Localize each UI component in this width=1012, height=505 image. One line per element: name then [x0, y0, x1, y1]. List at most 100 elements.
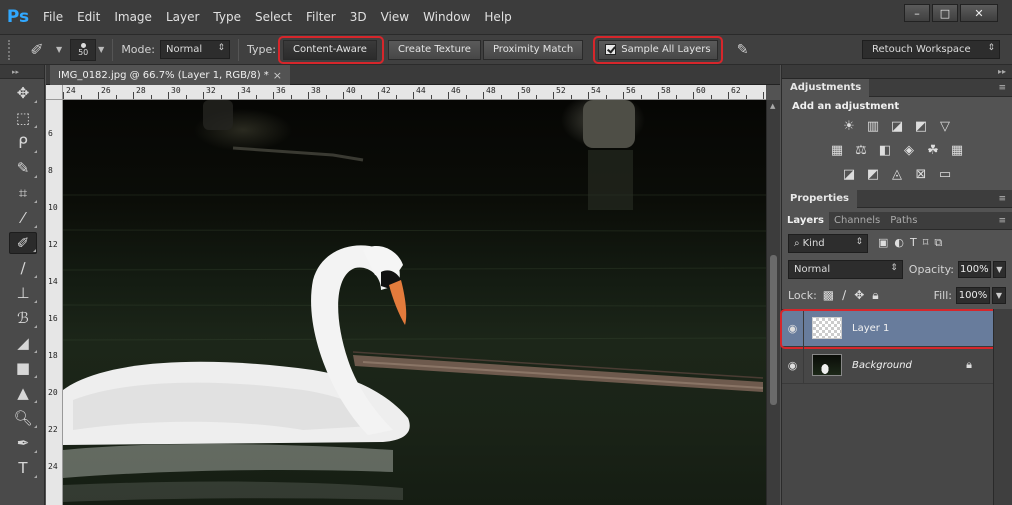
chevron-down-icon[interactable]: ▼	[98, 45, 104, 54]
options-grip[interactable]	[8, 39, 14, 60]
pen-tool-icon[interactable]: ✒	[9, 432, 37, 454]
threshold-icon[interactable]: ◬	[888, 166, 906, 182]
menu-layer[interactable]: Layer	[159, 0, 206, 35]
layer-row-layer-1[interactable]: ◉ Layer 1	[780, 309, 1002, 349]
menu-select[interactable]: Select	[248, 0, 299, 35]
lock-all-icon[interactable]: 🔒︎	[872, 288, 878, 303]
eyedropper-tool-icon[interactable]: ⁄	[9, 207, 37, 229]
panel-menu-icon[interactable]: ≡	[998, 216, 1006, 226]
scroll-up-icon[interactable]: ▲	[770, 102, 775, 110]
sample-all-layers-toggle[interactable]: Sample All Layers	[598, 39, 718, 60]
tools-collapse-icon[interactable]: ▸▸	[0, 65, 44, 79]
eraser-tool-icon[interactable]: ◢	[9, 332, 37, 354]
brightness-contrast-icon[interactable]: ☀	[840, 118, 858, 134]
layer-name[interactable]: Layer 1	[852, 323, 889, 334]
vertical-ruler[interactable]: 6 8 10 12 14 16 18 20 22 24	[46, 100, 63, 505]
tab-channels[interactable]: Channels	[829, 212, 885, 230]
marquee-tool-icon[interactable]: ⬚	[9, 107, 37, 129]
fill-input[interactable]: 100%	[956, 286, 990, 304]
workspace-select[interactable]: Retouch Workspace ⇕	[862, 40, 1000, 59]
menu-help[interactable]: Help	[477, 0, 518, 35]
tab-layers[interactable]: Layers	[782, 211, 829, 230]
curves-icon[interactable]: ◪	[888, 118, 906, 134]
color-lookup-icon[interactable]: ▦	[948, 142, 966, 158]
photo-filter-icon[interactable]: ◈	[900, 142, 918, 158]
panel-menu-icon[interactable]: ≡	[998, 194, 1006, 204]
shape-filter-icon[interactable]: ⌑	[923, 236, 929, 250]
levels-icon[interactable]: ▥	[864, 118, 882, 134]
eye-icon[interactable]: ◉	[782, 346, 804, 384]
color-balance-icon[interactable]: ⚖	[852, 142, 870, 158]
layer-kind-select[interactable]: ⌕ Kind ⇕	[788, 233, 868, 253]
brush-size-picker[interactable]: 50	[70, 38, 97, 61]
eye-icon[interactable]: ◉	[782, 309, 804, 347]
blur-tool-icon[interactable]: ▲	[9, 382, 37, 404]
lock-pixels-icon[interactable]: ∕	[842, 288, 846, 303]
clone-stamp-tool-icon[interactable]: ⊥	[9, 282, 37, 304]
ruler-origin[interactable]	[46, 85, 63, 100]
blend-mode-select[interactable]: Normal ⇕	[788, 259, 903, 279]
menu-view[interactable]: View	[374, 0, 416, 35]
adjustments-tab[interactable]: Adjustments	[782, 78, 870, 97]
adjustment-filter-icon[interactable]: ◐	[894, 236, 904, 250]
smart-object-filter-icon[interactable]: ⧉	[934, 236, 942, 250]
content-aware-button[interactable]: Content-Aware	[282, 39, 377, 60]
menu-filter[interactable]: Filter	[299, 0, 343, 35]
move-tool-icon[interactable]: ✥	[9, 82, 37, 104]
panel-menu-icon[interactable]: ≡	[998, 83, 1006, 93]
gradient-map-icon[interactable]: ⊠	[912, 166, 930, 182]
posterize-icon[interactable]: ◩	[864, 166, 882, 182]
type-filter-icon[interactable]: T	[910, 236, 917, 250]
close-button[interactable]: ✕	[960, 4, 998, 22]
scrollbar-thumb[interactable]	[770, 255, 777, 405]
dodge-tool-icon[interactable]: 🔍︎	[9, 407, 37, 429]
pixel-filter-icon[interactable]: ▣	[878, 236, 888, 250]
vibrance-icon[interactable]: ▽	[936, 118, 954, 134]
selective-color-icon[interactable]: ▭	[936, 166, 954, 182]
type-tool-icon[interactable]: T	[9, 457, 37, 479]
brush-tool-icon[interactable]: ∕	[9, 257, 37, 279]
chevron-down-icon[interactable]: ▼	[992, 286, 1006, 304]
menu-edit[interactable]: Edit	[70, 0, 107, 35]
lock-transparency-icon[interactable]: ▩	[823, 288, 834, 303]
maximize-button[interactable]: □	[932, 4, 958, 22]
mode-select[interactable]: Normal ⇕	[160, 40, 230, 59]
sample-all-layers-checkbox[interactable]	[605, 44, 617, 55]
horizontal-ruler[interactable]: 24 26 28 30 32 34 36 38 40 42 44 46 48 5…	[63, 85, 766, 100]
quick-select-tool-icon[interactable]: ✎	[9, 157, 37, 179]
document-tab[interactable]: IMG_0182.jpg @ 66.7% (Layer 1, RGB/8) * …	[50, 65, 290, 85]
chevron-down-icon[interactable]: ▼	[56, 45, 62, 54]
lock-position-icon[interactable]: ✥	[854, 288, 864, 303]
spot-healing-tool-icon[interactable]: ✐	[9, 232, 37, 254]
channel-mixer-icon[interactable]: ☘	[924, 142, 942, 158]
chevron-down-icon[interactable]: ▼	[992, 260, 1006, 278]
canvas-scrollbar[interactable]: ▲	[766, 100, 780, 505]
opacity-input[interactable]: 100%	[958, 260, 991, 278]
layer-row-background[interactable]: ◉ Background 🔒︎	[782, 346, 994, 384]
close-tab-icon[interactable]: ×	[273, 69, 282, 82]
history-brush-tool-icon[interactable]: ℬ	[9, 307, 37, 329]
create-texture-button[interactable]: Create Texture	[387, 39, 481, 60]
menu-window[interactable]: Window	[416, 0, 477, 35]
menu-type[interactable]: Type	[206, 0, 248, 35]
properties-tab[interactable]: Properties	[782, 189, 857, 208]
hue-saturation-icon[interactable]: ▦	[828, 142, 846, 158]
invert-icon[interactable]: ◪	[840, 166, 858, 182]
tab-paths[interactable]: Paths	[885, 212, 922, 230]
menu-file[interactable]: File	[36, 0, 70, 35]
layer-name[interactable]: Background	[852, 360, 912, 371]
menu-image[interactable]: Image	[107, 0, 159, 35]
layers-scrollbar[interactable]	[993, 309, 1012, 505]
proximity-match-button[interactable]: Proximity Match	[482, 39, 584, 60]
exposure-icon[interactable]: ◩	[912, 118, 930, 134]
menu-3d[interactable]: 3D	[343, 0, 374, 35]
crop-tool-icon[interactable]: ⌗	[9, 182, 37, 204]
pressure-size-icon[interactable]: ✎	[733, 40, 753, 60]
lasso-tool-icon[interactable]: ᑭ	[9, 132, 37, 154]
black-white-icon[interactable]: ◧	[876, 142, 894, 158]
spot-healing-brush-icon[interactable]: ✐	[20, 39, 54, 61]
gradient-tool-icon[interactable]: ■	[9, 357, 37, 379]
panels-collapse-icon[interactable]: ▸▸	[782, 65, 1012, 79]
minimize-button[interactable]: –	[904, 4, 930, 22]
document-canvas[interactable]	[63, 100, 766, 505]
